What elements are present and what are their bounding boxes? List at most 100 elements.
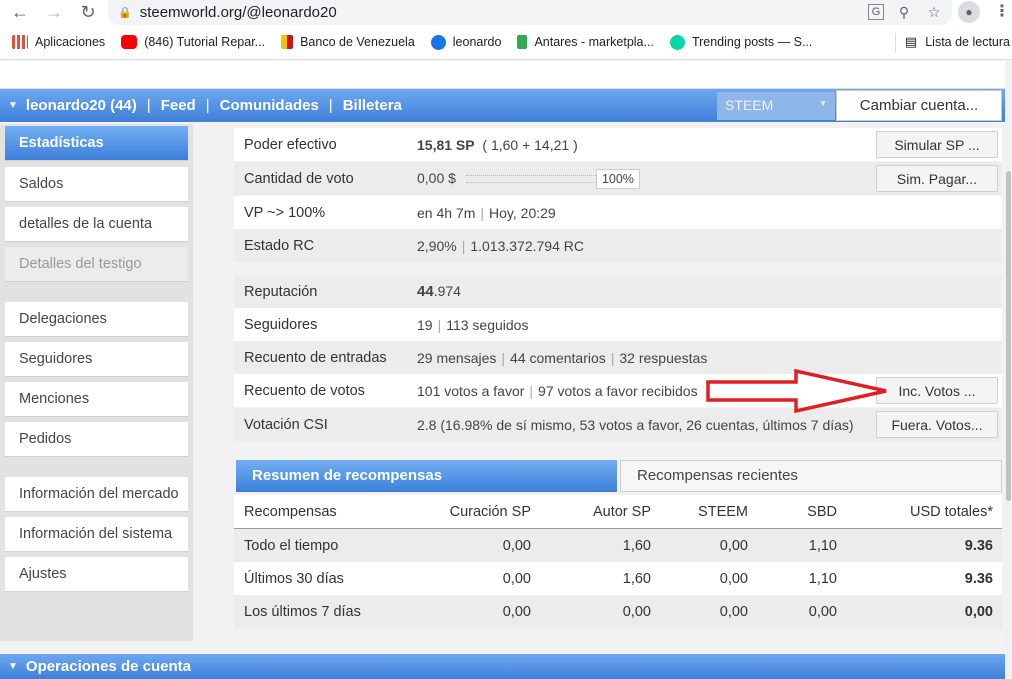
upvotes-received: 97 votos a favor recibidos (538, 382, 698, 399)
table-cell: 0,00 (502, 538, 531, 554)
zoom-icon[interactable]: ⚲ (894, 2, 914, 22)
sidebar-item-saldos[interactable]: Saldos (5, 167, 188, 202)
upvotes-given: 101 votos a favor (417, 382, 525, 399)
switch-account-button[interactable]: Cambiar cuenta... (836, 90, 1002, 121)
sidebar-item-delegaciones[interactable]: Delegaciones (5, 302, 188, 337)
separator: | (328, 97, 333, 114)
usd-header-note: * (987, 504, 993, 520)
bookmark-apps[interactable]: Aplicaciones (12, 35, 105, 49)
separator: | (146, 97, 151, 114)
table-row: Los últimos 7 días 0,00 0,00 0,00 0,00 0… (234, 595, 1002, 629)
sidebar-item-info-mercado[interactable]: Información del mercado (5, 477, 188, 512)
separator: | (461, 237, 466, 254)
forward-arrow-icon[interactable]: → (42, 0, 66, 24)
tab-resumen-recompensas[interactable]: Resumen de recompensas (236, 460, 617, 492)
page-scrollbar[interactable] (1005, 61, 1012, 679)
nav-billetera[interactable]: Billetera (343, 97, 402, 114)
section-title: Operaciones de cuenta (25, 658, 191, 675)
table-cell: 0,00 (502, 571, 531, 587)
bookmark-antares[interactable]: Antares - marketpla... (517, 35, 654, 49)
scrollbar-thumb[interactable] (1006, 171, 1011, 501)
translate-icon[interactable]: G (868, 4, 884, 20)
steem-logo-icon (430, 34, 446, 50)
stat-row-vp: VP ~> 100% en 4h 7m | Hoy, 20:29 (234, 196, 1002, 229)
bookmark-star-icon[interactable]: ☆ (924, 2, 944, 22)
bookmark-label: Antares - marketpla... (534, 35, 654, 49)
stat-row-cantidad-voto: Cantidad de voto 0,00 $ 100% Sim. Pagar..… (234, 162, 1002, 195)
sidebar-item-pedidos[interactable]: Pedidos (5, 422, 188, 457)
bookmark-trending[interactable]: Trending posts — S... (669, 34, 813, 50)
currency-select[interactable]: STEEM ▼ (717, 92, 835, 120)
separator: | (529, 382, 534, 399)
table-cell: 9.36 (964, 571, 993, 587)
operaciones-section-bar[interactable]: ▼ Operaciones de cuenta (0, 654, 1005, 679)
inc-votos-button[interactable]: Inc. Votos ... (876, 377, 998, 404)
csi-detail: (16.98% de sí mismo, 53 votos a favor, 2… (440, 416, 854, 433)
nav-feed[interactable]: Feed (161, 97, 196, 114)
stat-row-reputacion: Reputación 44.974 (234, 275, 1002, 308)
bookmark-label: Banco de Venezuela (300, 35, 415, 49)
currency-value: STEEM (725, 97, 774, 113)
table-cell: 0,00 (622, 604, 651, 620)
rc-detail: 1.013.372.794 RC (470, 237, 584, 254)
bookmark-banco[interactable]: Banco de Venezuela (281, 35, 415, 49)
bookmark-youtube[interactable]: (846) Tutorial Repar... (121, 35, 265, 49)
csi-value: 2.8 (417, 416, 437, 433)
reload-icon[interactable]: ↻ (76, 0, 100, 24)
address-bar[interactable]: 🔒 steemworld.org/@leonardo20 G ⚲ ☆ (108, 0, 952, 25)
table-cell: Últimos 30 días (244, 571, 344, 587)
reading-list-label: Lista de lectura (925, 35, 1010, 49)
stat-label: Reputación (244, 283, 318, 300)
stat-label: Recuento de votos (244, 382, 365, 399)
stat-value: 29 mensajes | 44 comentarios | 32 respuestas (417, 350, 707, 366)
back-arrow-icon[interactable]: ← (8, 0, 32, 24)
rc-value: 2,90% (417, 237, 457, 254)
sim-pagar-button[interactable]: Sim. Pagar... (876, 165, 998, 192)
sidebar-item-detalles-cuenta[interactable]: detalles de la cuenta (5, 207, 188, 242)
table-cell: 0,00 (719, 604, 748, 620)
vote-weight-slider[interactable] (465, 174, 596, 183)
vote-pct: 100% (595, 168, 640, 189)
collapse-triangle-icon[interactable]: ▼ (8, 100, 18, 111)
followers-value: 19 (417, 316, 433, 333)
url-text: steemworld.org/@leonardo20 (139, 4, 337, 21)
simular-sp-button[interactable]: Simular SP ... (876, 131, 998, 158)
bookmark-leonardo[interactable]: leonardo (430, 34, 501, 50)
bookmark-label: (846) Tutorial Repar... (144, 35, 266, 49)
browser-toolbar: ← → ↻ 🔒 steemworld.org/@leonardo20 G ⚲ ☆… (0, 0, 1012, 25)
sidebar-item-seguidores[interactable]: Seguidores (5, 342, 188, 377)
stat-value: en 4h 7m | Hoy, 20:29 (417, 205, 556, 221)
stat-label: Poder efectivo (244, 136, 337, 153)
collapse-triangle-icon[interactable]: ▼ (8, 661, 18, 672)
bookmarks-bar: Aplicaciones (846) Tutorial Repar... Ban… (0, 25, 1012, 60)
sidebar-item-menciones[interactable]: Menciones (5, 382, 188, 417)
account-username[interactable]: leonardo20 (44) (26, 97, 137, 114)
tab-recompensas-recientes[interactable]: Recompensas recientes (620, 460, 1002, 492)
table-cell: 0,00 (502, 604, 531, 620)
bank-logo-icon (281, 35, 294, 49)
nav-comunidades[interactable]: Comunidades (220, 97, 319, 114)
column-header: SBD (807, 504, 837, 520)
sidebar-item-info-sistema[interactable]: Información del sistema (5, 517, 188, 552)
browser-menu-icon[interactable]: ⋮ (994, 1, 1010, 23)
rep-main: 44 (417, 283, 434, 300)
table-cell: 9.36 (964, 538, 993, 554)
stat-value: 0,00 $ 100% (417, 168, 640, 189)
stat-label: Recuento de entradas (244, 349, 387, 366)
bookmark-label: Trending posts — S... (691, 35, 813, 49)
vp-value: en 4h 7m (417, 204, 476, 221)
stat-label: Cantidad de voto (244, 170, 354, 187)
table-cell: Todo el tiempo (244, 538, 339, 554)
table-cell: 0,00 (719, 538, 748, 554)
reading-list[interactable]: ▤ Lista de lectura (905, 34, 1010, 50)
table-header-row: Recompensas Curación SP Autor SP STEEM S… (234, 495, 1002, 529)
apps-grid-icon (12, 35, 28, 49)
fuera-votos-button[interactable]: Fuera. Votos... (876, 411, 998, 438)
table-row: Últimos 30 días 0,00 1,60 0,00 1,10 9.36 (234, 562, 1002, 596)
stat-row-poder-efectivo: Poder efectivo 15,81 SP ( 1,60 + 14,21 )… (234, 128, 1002, 161)
stat-value: 15,81 SP ( 1,60 + 14,21 ) (417, 137, 578, 153)
sidebar-item-estadisticas[interactable]: Estadísticas (5, 126, 188, 161)
vote-value: 0,00 $ (417, 169, 456, 186)
profile-avatar-icon[interactable]: ● (958, 1, 980, 23)
sidebar-item-ajustes[interactable]: Ajustes (5, 557, 188, 592)
